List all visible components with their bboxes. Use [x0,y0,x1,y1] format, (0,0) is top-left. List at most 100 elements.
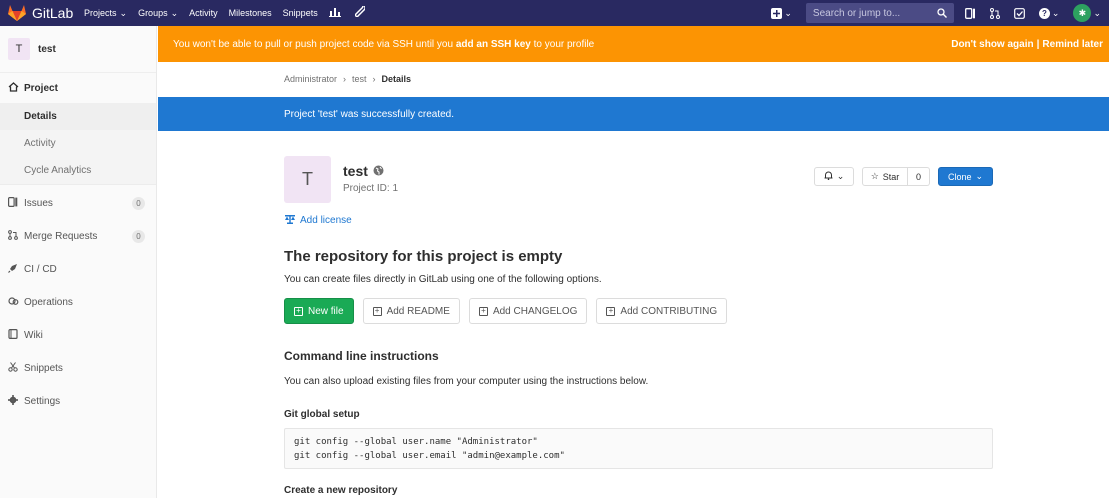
sidebar-item-wiki[interactable]: Wiki [0,319,156,352]
add-contributing-label: Add CONTRIBUTING [620,305,718,317]
scissors-icon [7,362,19,375]
chevron-down-icon: ⌄ [119,7,128,18]
add-license-link[interactable]: Add license [285,214,352,227]
sidebar-item-ci-cd[interactable]: CI / CD [0,253,156,286]
brand[interactable]: GitLab [0,5,84,21]
star-group: ☆ Star 0 [862,167,930,186]
chevron-down-icon: ⌄ [170,7,179,18]
gitlab-logo-icon [8,5,26,21]
navbar-right: ⌄ ? ⌄ ✱ ⌄ [771,0,1109,26]
code-line: git config --global user.name "Administr… [294,437,538,447]
search-input[interactable] [812,7,923,19]
sidebar-item-label: Project [24,82,58,94]
add-readme-button[interactable]: + Add README [362,298,460,324]
alert-separator: | [1036,38,1040,50]
create-repo-title: Create a new repository [284,485,398,496]
nav-projects-label: Projects [84,8,117,18]
star-label: Star [882,171,900,182]
add-changelog-button[interactable]: + Add CHANGELOG [468,298,588,324]
sidebar-item-label: Merge Requests [24,231,98,242]
nav-projects[interactable]: Projects ⌄ [84,8,127,19]
breadcrumb: Administrator › test › Details [284,74,411,84]
chevron-down-icon: ⌄ [1093,7,1101,18]
new-file-label: New file [308,305,344,317]
wrench-icon[interactable] [353,5,366,20]
star-icon: ☆ [870,171,879,181]
star-button[interactable]: ☆ Star [862,167,908,186]
sidebar-item-project[interactable]: Project [0,73,156,103]
sidebar-item-snippets[interactable]: Snippets [0,352,156,385]
issues-icon[interactable] [964,7,976,19]
project-avatar-large: T [284,156,331,203]
chart-icon[interactable] [328,7,341,20]
rocket-icon [7,263,19,276]
add-ssh-key-link[interactable]: add an SSH key [456,39,531,50]
sidebar-project-group: Project Details Activity Cycle Analytics [0,73,156,185]
search-box[interactable] [805,3,954,23]
plus-square-icon: + [294,306,303,316]
ssh-alert-text: You won't be able to pull or push projec… [173,38,456,50]
sidebar-item-label: CI / CD [24,264,57,275]
project-title: test [343,163,384,179]
sidebar-subitem-activity[interactable]: Activity [0,130,156,157]
chevron-down-icon: ⌄ [784,7,792,18]
nav-groups-label: Groups [138,8,168,18]
clone-button[interactable]: Clone ⌄ [938,167,993,186]
todo-icon[interactable] [1014,7,1025,19]
sidebar-project-header[interactable]: T test [0,26,156,73]
sidebar-item-merge-requests[interactable]: Merge Requests 0 [0,220,156,253]
search-icon [937,8,947,18]
sidebar-item-operations[interactable]: Operations [0,286,156,319]
nav-activity[interactable]: Activity [189,8,218,18]
git-global-setup-code[interactable]: git config --global user.name "Administr… [284,428,993,469]
ssh-alert-text-end: to your profile [530,38,595,50]
git-global-setup-title: Git global setup [284,409,360,420]
sidebar-item-label: Wiki [24,330,43,341]
issues-icon [7,197,19,210]
nav-groups[interactable]: Groups ⌄ [138,8,178,19]
issues-count-badge: 0 [132,197,145,210]
merge-requests-count-badge: 0 [132,230,145,243]
breadcrumb-separator: › [343,74,347,84]
new-file-button[interactable]: + New file [284,298,354,324]
empty-repo-description: You can create files directly in GitLab … [284,274,602,285]
ssh-alert-message: You won't be able to pull or push projec… [173,39,594,50]
sidebar-item-issues[interactable]: Issues 0 [0,187,156,220]
add-contributing-button[interactable]: + Add CONTRIBUTING [596,298,728,324]
nav-snippets[interactable]: Snippets [283,8,318,18]
file-action-buttons: + New file + Add README + Add CHANGELOG … [284,298,736,324]
breadcrumb-item-details[interactable]: Details [382,74,412,84]
nav-milestones[interactable]: Milestones [229,8,272,18]
sidebar-item-label: Settings [24,396,61,407]
notification-dropdown-button[interactable]: ⌄ [814,167,854,186]
breadcrumb-item-administrator[interactable]: Administrator [284,74,337,84]
ssh-key-alert: You won't be able to pull or push projec… [158,26,1109,62]
plus-square-icon: + [478,306,488,316]
bell-icon [824,171,833,182]
chevron-down-icon: ⌄ [836,171,845,181]
help-icon[interactable]: ? ⌄ [1038,7,1059,19]
sidebar-item-label: Operations [24,297,73,308]
avatar: ✱ [1073,4,1092,22]
remind-later-link[interactable]: Remind later [1042,39,1103,50]
star-count[interactable]: 0 [908,167,930,186]
merge-request-icon[interactable] [989,7,1000,19]
sidebar-subitem-details[interactable]: Details [0,103,156,130]
sidebar-subitem-cycle-analytics[interactable]: Cycle Analytics [0,157,156,184]
breadcrumb-item-test[interactable]: test [352,74,367,84]
home-icon [7,81,19,95]
cli-instructions-title: Command line instructions [284,349,439,363]
plus-icon[interactable]: ⌄ [771,7,792,19]
ssh-alert-actions: Don't show again | Remind later [951,39,1103,50]
plus-square-icon: + [606,306,616,316]
user-menu[interactable]: ✱ ⌄ [1073,4,1101,22]
sidebar-item-settings[interactable]: Settings [0,385,156,418]
add-readme-label: Add README [386,305,450,317]
dont-show-again-link[interactable]: Don't show again [951,39,1033,50]
project-avatar: T [8,38,30,60]
flash-notice: Project 'test' was successfully created. [158,97,1109,131]
merge-request-icon [7,230,19,243]
add-license-label: Add license [300,215,352,226]
top-navbar: GitLab Projects ⌄ Groups ⌄ Activity Milest… [0,0,1109,26]
sidebar: T test Project Details Activity Cycle An… [0,26,157,498]
